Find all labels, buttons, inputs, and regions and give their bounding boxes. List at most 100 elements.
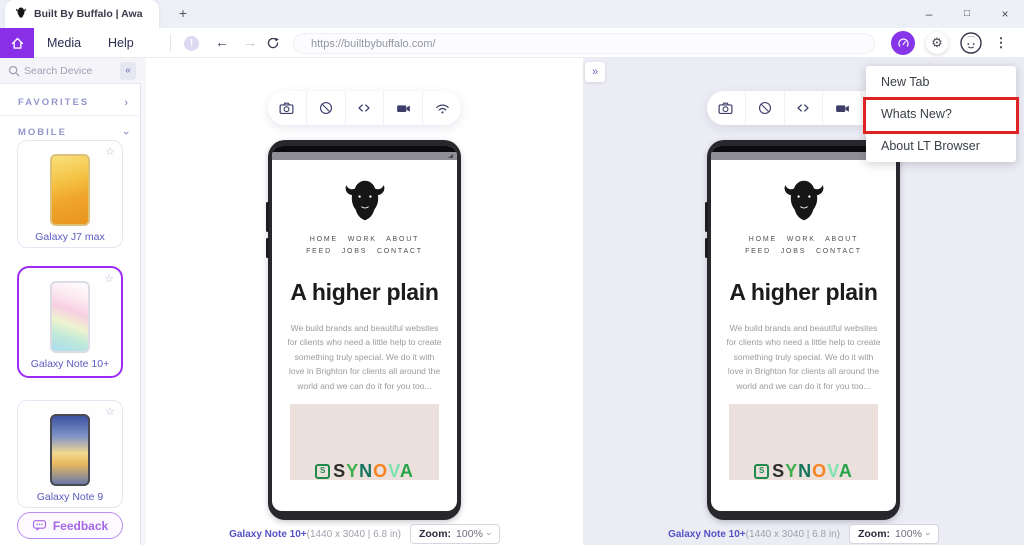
url-bar[interactable]: https://builtbybuffalo.com/ (293, 33, 875, 54)
forward-button[interactable]: → (240, 28, 260, 58)
site-favicon-buffalo-icon (15, 5, 27, 23)
synova-letters: SYNOVA (772, 461, 853, 482)
synova-letter: S (772, 461, 786, 482)
menu-help[interactable]: Help (108, 28, 134, 58)
website-content: HOME WORK ABOUT FEED JOBS CONTACT A high… (272, 160, 457, 482)
device-specs: (1440 x 3040 | 6.8 in) (745, 528, 840, 540)
toolbar-divider (170, 34, 171, 52)
window-controls: – □ × (910, 0, 1024, 28)
screenshot-button[interactable] (268, 91, 306, 125)
feedback-button[interactable]: Feedback (17, 512, 123, 539)
browser-tab[interactable]: Built By Buffalo | Awa (5, 0, 159, 28)
synova-icon: S (315, 464, 331, 480)
site-paragraph: We build brands and beautiful websites f… (726, 323, 881, 391)
synova-letter: A (838, 461, 853, 482)
camera-icon (279, 102, 294, 114)
device-name: Galaxy Note 10+ (229, 528, 307, 540)
menu-media[interactable]: Media (47, 28, 81, 58)
block-icon (758, 101, 771, 115)
device-info-row: Galaxy Note 10+(1440 x 3040 | 6.8 in) Zo… (583, 524, 1024, 544)
favorite-star-icon[interactable]: ☆ (105, 145, 115, 158)
menu-item-about-lt-browser[interactable]: About LT Browser (866, 130, 1016, 162)
synova-letter: O (373, 461, 389, 482)
video-camera-icon (835, 104, 849, 112)
volume-button (705, 202, 708, 232)
block-button[interactable] (744, 91, 784, 125)
sidebar-section-favorites[interactable]: FAVORITES › (0, 90, 141, 116)
settings-button[interactable]: ⚙ (926, 32, 948, 54)
chevron-right-icon: › (124, 97, 128, 109)
favorite-star-icon[interactable]: ☆ (105, 405, 115, 418)
search-device-input[interactable] (24, 61, 112, 81)
back-button[interactable]: ← (212, 28, 232, 58)
power-button (266, 238, 269, 258)
warning-badge-icon[interactable]: ! (184, 36, 199, 51)
new-tab-button[interactable]: + (172, 0, 194, 28)
close-button[interactable]: × (986, 0, 1024, 28)
device-specs: (1440 x 3040 | 6.8 in) (306, 528, 401, 540)
panel-expand-button[interactable]: » (585, 62, 605, 82)
device-card-galaxy-note-9[interactable]: ☆ Galaxy Note 9 (17, 400, 123, 508)
zoom-label: Zoom: (857, 528, 891, 540)
device-screen[interactable]: HOME WORK ABOUT FEED JOBS CONTACT A high… (711, 146, 896, 511)
synova-letter: O (812, 461, 828, 482)
site-nav-row1[interactable]: HOME WORK ABOUT (711, 236, 896, 243)
speech-bubble-icon (32, 520, 46, 532)
gear-icon: ⚙ (931, 35, 943, 50)
device-info-row: Galaxy Note 10+(1440 x 3040 | 6.8 in) Zo… (146, 524, 583, 544)
home-icon (11, 37, 23, 49)
synova-letter: Y (346, 461, 360, 482)
device-mockup-right: HOME WORK ABOUT FEED JOBS CONTACT A high… (705, 140, 900, 520)
device-card-name: Galaxy Note 10+ (30, 358, 110, 370)
site-heading: A higher plain (729, 279, 878, 305)
screenshot-button[interactable] (707, 91, 745, 125)
synova-icon: S (754, 464, 770, 480)
profile-button[interactable] (960, 32, 982, 54)
signal-icon (448, 154, 453, 158)
sidebar-collapse-button[interactable]: « (120, 62, 136, 80)
chevron-down-icon: › (484, 532, 495, 536)
maximize-button[interactable]: □ (948, 0, 986, 28)
more-options-button[interactable]: ⋮ (991, 28, 1011, 58)
device-name: Galaxy Note 10+ (668, 528, 746, 540)
website-content: HOME WORK ABOUT FEED JOBS CONTACT A high… (711, 160, 896, 482)
synova-letter: N (359, 461, 374, 482)
chevron-down-icon: › (120, 131, 133, 135)
device-card-galaxy-note-10-selected[interactable]: ☆ Galaxy Note 10+ (17, 266, 123, 378)
synova-letter: V (827, 461, 839, 482)
record-video-button[interactable] (822, 91, 861, 125)
feedback-label: Feedback (52, 518, 109, 533)
code-inspector-button[interactable] (344, 91, 384, 125)
synova-letter: V (388, 461, 400, 482)
minimize-button[interactable]: – (910, 0, 948, 28)
site-nav-row2[interactable]: FEED JOBS CONTACT (272, 248, 457, 255)
zoom-select[interactable]: Zoom: 100% › (409, 524, 500, 544)
device-toolbar (268, 91, 461, 125)
device-card-galaxy-j7-max[interactable]: ☆ Galaxy J7 max (17, 140, 123, 248)
code-inspector-button[interactable] (783, 91, 823, 125)
synova-logo[interactable]: S SYNOVA (711, 461, 896, 482)
code-icon (797, 104, 810, 112)
network-throttle-button[interactable] (422, 91, 461, 125)
window-titlebar: Built By Buffalo | Awa + – □ × (0, 0, 1024, 28)
site-nav-row2[interactable]: FEED JOBS CONTACT (711, 248, 896, 255)
device-card-name: Galaxy J7 max (35, 231, 105, 243)
synova-letter: N (798, 461, 813, 482)
site-nav-row1[interactable]: HOME WORK ABOUT (272, 236, 457, 243)
synova-letter: S (333, 461, 347, 482)
synova-logo[interactable]: S SYNOVA (272, 461, 457, 482)
record-video-button[interactable] (383, 91, 422, 125)
menu-item-whats-new[interactable]: Whats New? (866, 98, 1016, 130)
zoom-select[interactable]: Zoom: 100% › (848, 524, 939, 544)
reload-button[interactable] (266, 36, 280, 55)
speedometer-icon (897, 37, 909, 47)
device-screen[interactable]: HOME WORK ABOUT FEED JOBS CONTACT A high… (272, 146, 457, 511)
menu-item-new-tab[interactable]: New Tab (866, 66, 1016, 98)
favorite-star-icon[interactable]: ☆ (104, 272, 114, 285)
device-thumbnail (50, 281, 90, 353)
lt-performance-button[interactable] (891, 31, 915, 55)
block-button[interactable] (305, 91, 345, 125)
zoom-label: Zoom: (418, 528, 452, 540)
code-icon (358, 104, 371, 112)
home-button[interactable] (0, 28, 34, 58)
